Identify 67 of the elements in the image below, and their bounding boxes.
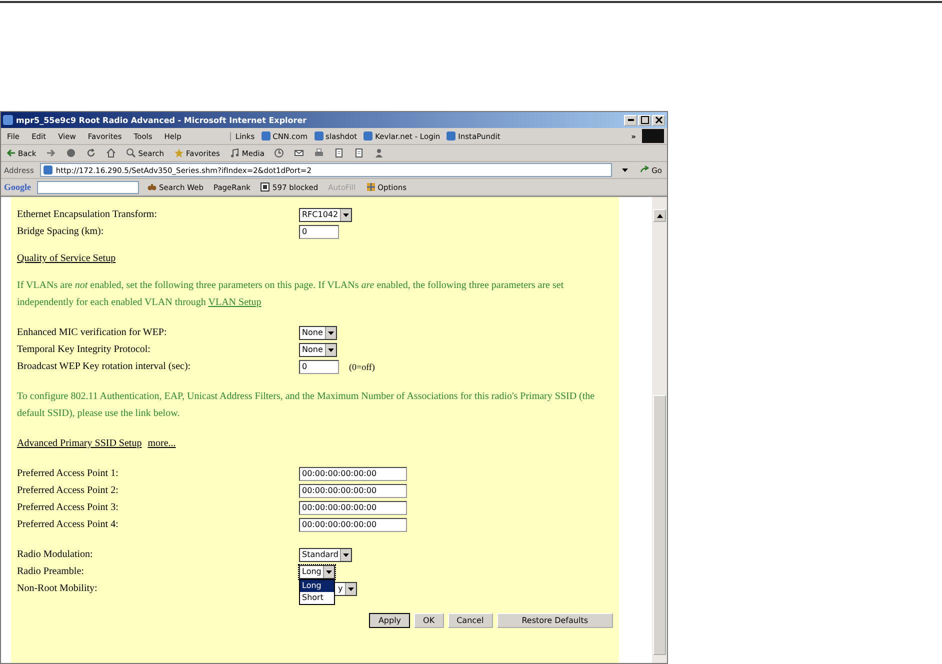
hint-text: (0=off) [349, 362, 375, 372]
browser-icon [3, 115, 13, 125]
maximize-icon [640, 115, 650, 125]
field-label: Ethernet Encapsulation Transform: [17, 209, 158, 220]
field-label: Preferred Access Point 4: [17, 519, 120, 530]
field-label: Radio Modulation: [17, 549, 94, 560]
vlan-setup-link[interactable]: VLAN Setup [208, 297, 262, 308]
field-label: Preferred Access Point 2: [17, 485, 120, 496]
ssid-setup-link[interactable]: Advanced Primary SSID Setup [17, 438, 142, 449]
field-label: Temporal Key Integrity Protocol: [17, 344, 152, 355]
note-icon [230, 148, 240, 158]
field-label: Bridge Spacing (km): [17, 226, 105, 237]
input-field[interactable]: 00:00:00:00:00:00 [299, 518, 407, 532]
select-field[interactable]: None [299, 326, 337, 340]
close-button[interactable] [652, 114, 665, 126]
form-button[interactable]: Apply [369, 613, 410, 628]
circle-icon [66, 148, 76, 158]
grid-icon [366, 182, 376, 192]
arrow-left-icon [6, 148, 16, 158]
house-icon [106, 148, 116, 158]
vlan-note: If VLANs are not enabled, set the following three parameters on this page. If VLANs are enabled, the following three parameters are set independently for each enabled VLAN through VLAN Setup [17, 279, 565, 310]
popup-icon [260, 182, 270, 192]
field-label: Radio Preamble: [17, 566, 85, 577]
input-field[interactable]: 0 [299, 224, 339, 238]
close-icon [654, 115, 664, 125]
field-label: Enhanced MIC verification for WEP: [17, 327, 168, 338]
person-icon [374, 148, 384, 158]
arrow-right-icon [46, 148, 56, 158]
binoculars-icon [147, 182, 157, 192]
form-button[interactable]: Restore Defaults [496, 613, 613, 628]
dropdown-option[interactable]: Long [300, 580, 334, 592]
document-icon [354, 148, 364, 158]
google-logo: Google [4, 182, 31, 192]
input-field[interactable]: 00:00:00:00:00:00 [299, 500, 407, 514]
more-link[interactable]: more... [148, 438, 176, 449]
field-label: Broadcast WEP Key rotation interval (sec): [17, 361, 192, 372]
clock-icon [274, 148, 284, 158]
input-field[interactable]: 0 [299, 360, 339, 374]
search-icon [126, 148, 136, 158]
form-button[interactable]: Cancel [448, 613, 493, 628]
select-field[interactable]: RFC1042 [299, 208, 352, 222]
minimize-icon [628, 119, 634, 121]
dropdown-option[interactable]: Short [300, 592, 334, 604]
document-icon [334, 148, 344, 158]
toolbar-button[interactable] [292, 148, 306, 158]
go-arrow-icon [640, 165, 650, 175]
ssid-note: To configure 802.11 Authentication, EAP, Unicast Address Filters, and the Maximum Number of Associations for this radio's Primary SSID (the default SSID), please use the link below. [17, 390, 596, 421]
star-icon [174, 148, 184, 158]
qos-link[interactable]: Quality of Service Setup [17, 253, 116, 264]
minimize-button[interactable] [624, 114, 637, 126]
printer-icon [314, 148, 324, 158]
field-label: Non-Root Mobility: [17, 583, 98, 594]
refresh-icon [86, 148, 96, 158]
toolbar-button[interactable] [272, 148, 286, 158]
maximize-button[interactable] [638, 114, 651, 126]
scroll-up-button[interactable] [653, 209, 666, 222]
input-field[interactable]: 00:00:00:00:00:00 [299, 484, 407, 498]
select-field[interactable]: Standard [299, 548, 352, 562]
field-label: Preferred Access Point 3: [17, 502, 120, 513]
search-field[interactable] [37, 180, 139, 194]
envelope-icon [294, 148, 304, 158]
select-field[interactable]: None [299, 342, 337, 356]
form-button[interactable]: OK [414, 613, 444, 628]
field-label: Preferred Access Point 1: [17, 468, 120, 479]
input-field[interactable]: 00:00:00:00:00:00 [299, 466, 407, 480]
scroll-bar[interactable] [652, 197, 667, 663]
window-title: mpr5_55e9c9 Root Radio Advanced - Microsoft Internet Explorer [16, 116, 308, 124]
